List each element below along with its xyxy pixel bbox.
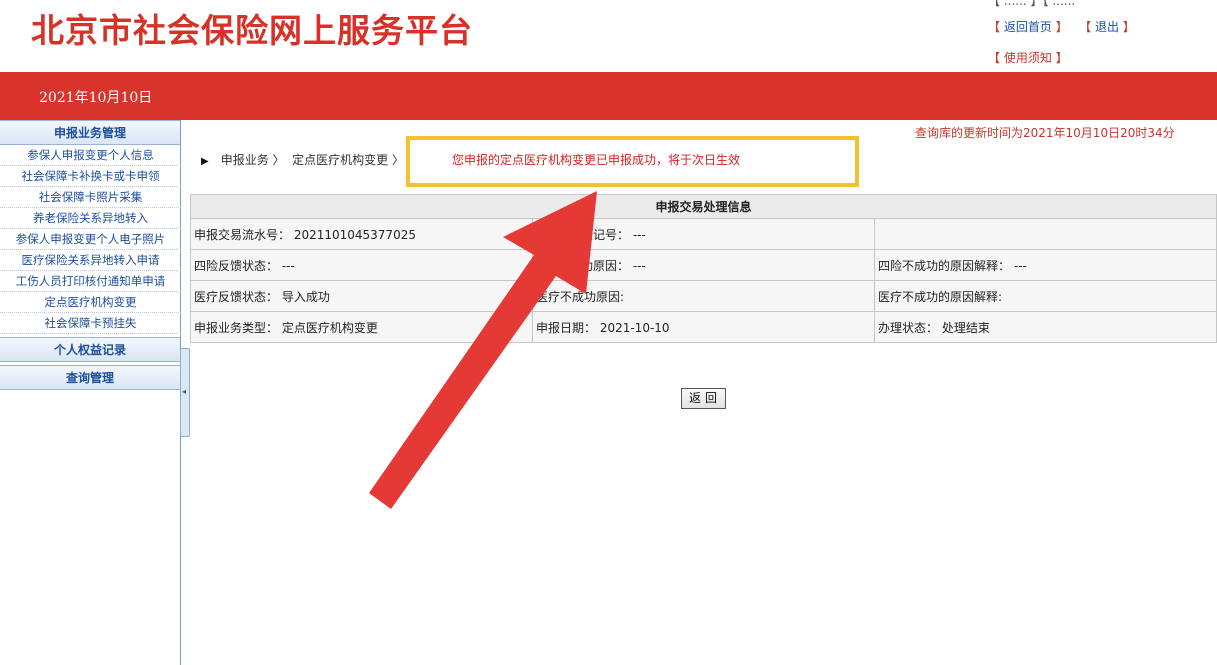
table-cell: 登记号： --- — [532, 218, 875, 250]
breadcrumb-level1: 申报业务 〉 — [220, 153, 285, 167]
breadcrumb: ▶ 申报业务 〉 定点医疗机构变更 〉 — [201, 151, 404, 168]
sidebar-item-electronic-photo[interactable]: 参保人申报变更个人电子照片 — [0, 229, 181, 250]
sidebar-item-card-pre-loss[interactable]: 社会保障卡预挂失 — [0, 313, 181, 334]
sidebar-item-pension-transfer[interactable]: 养老保险关系异地转入 — [0, 208, 181, 229]
table-cell: 申报交易流水号： 2021101045377025 — [190, 218, 533, 250]
sidebar-collapse-handle[interactable]: ◂ — [180, 348, 190, 437]
success-message: 您申报的定点医疗机构变更已申报成功，将于次日生效 — [452, 153, 741, 167]
data-update-time: 查询库的更新时间为2021年10月10日20时34分 — [915, 126, 1175, 140]
table-cell: 四险反馈状态： --- — [190, 249, 533, 281]
table-cell: 办理状态： 处理结束 — [874, 311, 1217, 343]
current-date: 2021年10月10日 — [39, 90, 153, 106]
chevron-left-icon: ◂ — [182, 387, 187, 396]
table-row: 医疗反馈状态： 导入成功 医疗不成功原因: 医疗不成功的原因解释: — [190, 280, 1217, 312]
sidebar: 申报业务管理 参保人申报变更个人信息 社会保障卡补换卡或卡申领 社会保障卡照片采… — [0, 120, 181, 665]
top-links-cut-row: 【 ...... 】【 ...... — [988, 0, 1076, 8]
logout-link[interactable]: 退出 — [1095, 20, 1119, 34]
transaction-info-table: 申报交易处理信息 申报交易流水号： 2021101045377025 登记号： … — [190, 194, 1217, 343]
home-link[interactable]: 返回首页 — [1004, 20, 1052, 34]
table-title: 申报交易处理信息 — [190, 194, 1217, 219]
top-links-row: 【 返回首页 】 【 退出 】 — [988, 20, 1135, 34]
sidebar-item-designated-hospital-change[interactable]: 定点医疗机构变更 — [0, 292, 181, 313]
table-row: 申报业务类型： 定点医疗机构变更 申报日期： 2021-10-10 办理状态： … — [190, 311, 1217, 343]
table-cell: 申报业务类型： 定点医疗机构变更 — [190, 311, 533, 343]
table-cell: 四险不成功的原因解释： --- — [874, 249, 1217, 281]
table-cell: 申报日期： 2021-10-10 — [532, 311, 875, 343]
table-row: 四险反馈状态： --- 功原因： --- 四险不成功的原因解释： --- — [190, 249, 1217, 281]
sidebar-section-declaration[interactable]: 申报业务管理 — [0, 120, 180, 145]
sidebar-item-card-photo[interactable]: 社会保障卡照片采集 — [0, 187, 181, 208]
play-arrow-icon: ▶ — [201, 156, 209, 167]
breadcrumb-level2: 定点医疗机构变更 〉 — [292, 153, 404, 167]
sidebar-item-card-replacement[interactable]: 社会保障卡补换卡或卡申领 — [0, 166, 181, 187]
back-button[interactable]: 返回 — [681, 388, 726, 409]
sidebar-item-change-personal-info[interactable]: 参保人申报变更个人信息 — [0, 145, 181, 166]
table-cell — [874, 218, 1217, 250]
sidebar-section-query[interactable]: 查询管理 — [0, 365, 180, 390]
table-cell: 功原因： --- — [532, 249, 875, 281]
usage-notice-link[interactable]: 使用须知 — [1004, 51, 1052, 65]
table-cell: 医疗反馈状态： 导入成功 — [190, 280, 533, 312]
sidebar-item-medical-transfer[interactable]: 医疗保险关系异地转入申请 — [0, 250, 181, 271]
sidebar-section-rights-record[interactable]: 个人权益记录 — [0, 337, 180, 362]
table-row: 申报交易流水号： 2021101045377025 登记号： --- — [190, 218, 1217, 250]
site-title: 北京市社会保险网上服务平台 — [31, 11, 473, 50]
sidebar-item-injury-notice[interactable]: 工伤人员打印核付通知单申请 — [0, 271, 181, 292]
notice-link-row: 【 使用须知 】 — [988, 51, 1068, 65]
header-banner: 2021年10月10日 — [0, 72, 1217, 120]
table-cell: 医疗不成功原因: — [532, 280, 875, 312]
app-root: 【 ...... 】【 ...... 北京市社会保险网上服务平台 【 返回首页 … — [0, 0, 1217, 665]
table-cell: 医疗不成功的原因解释: — [874, 280, 1217, 312]
